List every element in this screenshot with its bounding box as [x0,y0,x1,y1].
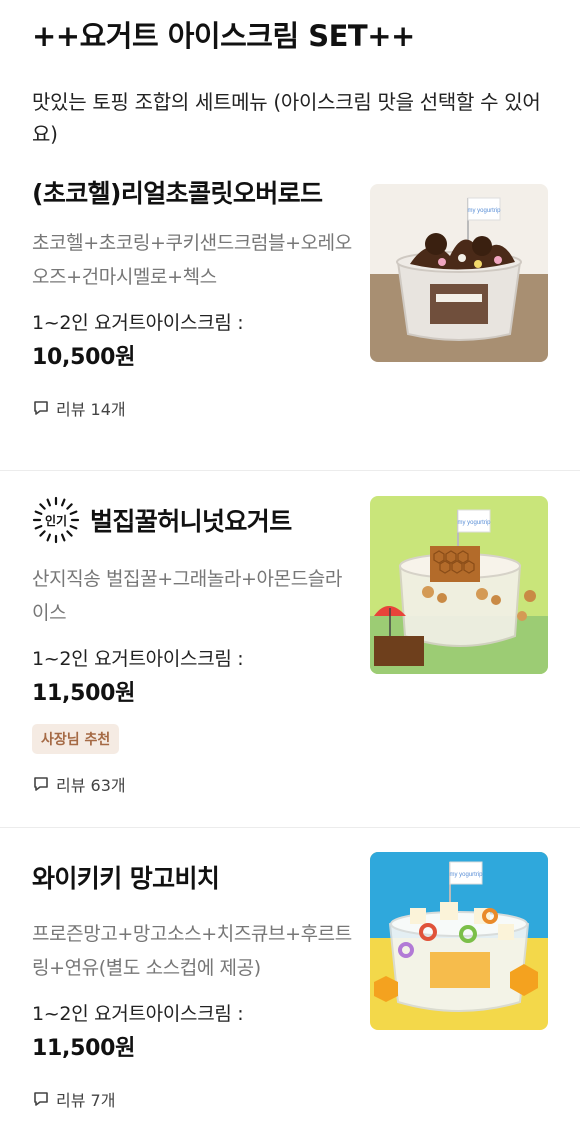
menu-page: ++요거트 아이스크림 SET++ 맛있는 토핑 조합의 세트메뉴 (아이스크림… [0,0,580,1121]
item-name: 와이키키 망고비치 [32,864,220,893]
item-price: 11,500원 [32,1036,136,1061]
review-count: 리뷰 7개 [56,1091,116,1110]
item-description: 산지직송 벌집꿀+그래놀라+아몬드슬라이스 [32,568,342,624]
section-header: ++요거트 아이스크림 SET++ 맛있는 토핑 조합의 세트메뉴 (아이스크림… [0,0,580,158]
item-name: 벌집꿀허니넛요거트 [90,507,292,536]
item-price: 11,500원 [32,681,136,706]
section-description: 맛있는 토핑 조합의 세트메뉴 (아이스크림 맛을 선택할 수 있어요) [32,90,541,146]
item-text: (초코헬)리얼초콜릿오버로드 초코헬+초코링+쿠키샌드크럼블+오레오오즈+건마시… [32,158,352,420]
item-serving: 1~2인 요거트아이스크림 : [32,1003,244,1025]
item-name-row: (초코헬)리얼초콜릿오버로드 [32,170,352,214]
menu-item[interactable]: 인기 벌집꿀허니넛요거트 산지직송 벌집꿀+그래놀라+아몬드슬라이스 1~2인 … [0,471,580,828]
item-text: 인기 벌집꿀허니넛요거트 산지직송 벌집꿀+그래놀라+아몬드슬라이스 1~2인 … [32,471,352,796]
comment-icon [34,777,48,791]
review-count: 리뷰 63개 [56,776,126,795]
item-description: 초코헬+초코링+쿠키샌드크럼블+오레오오즈+건마시멜로+첵스 [32,232,352,288]
item-price: 10,500원 [32,345,136,370]
item-name: (초코헬)리얼초콜릿오버로드 [32,179,323,208]
review-link[interactable]: 리뷰 7개 [32,1087,352,1111]
item-text: 와이키키 망고비치 프로즌망고+망고소스+치즈큐브+후르트링+연유(별도 소스컵… [32,828,352,1111]
item-serving: 1~2인 요거트아이스크림 : [32,648,244,670]
brand-flag-text: my yogurtrip [457,520,491,526]
comment-icon [34,401,48,415]
item-name-row: 와이키키 망고비치 [32,855,352,899]
section-title: ++요거트 아이스크림 SET++ [32,19,415,53]
honeycomb-yogurt-photo[interactable]: my yogurtrip [370,496,548,674]
menu-item[interactable]: (초코헬)리얼초콜릿오버로드 초코헬+초코링+쿠키샌드크럼블+오레오오즈+건마시… [0,158,580,471]
brand-flag-text: my yogurtrip [449,872,483,878]
menu-item[interactable]: 와이키키 망고비치 프로즌망고+망고소스+치즈큐브+후르트링+연유(별도 소스컵… [0,828,580,1121]
review-link[interactable]: 리뷰 14개 [32,396,352,420]
item-description: 프로즌망고+망고소스+치즈큐브+후르트링+연유(별도 소스컵에 제공) [32,923,352,979]
mango-yogurt-photo[interactable]: my yogurtrip [370,852,548,1030]
comment-icon [34,1092,48,1106]
review-count: 리뷰 14개 [56,400,126,419]
chocolate-yogurt-photo[interactable]: my yogurtrip [370,184,548,362]
owner-recommend-badge: 사장님 추천 [32,724,120,754]
honeycomb-yogurt-illustration: my yogurtrip [370,496,548,674]
popular-badge: 인기 [32,496,80,544]
item-serving: 1~2인 요거트아이스크림 : [32,312,244,334]
chocolate-yogurt-illustration: my yogurtrip [370,184,548,362]
item-name-row: 인기 벌집꿀허니넛요거트 [32,496,352,544]
brand-flag-text: my yogurtrip [467,208,501,214]
review-link[interactable]: 리뷰 63개 [32,772,352,796]
popular-label: 인기 [44,513,68,528]
mango-yogurt-illustration: my yogurtrip [370,852,548,1030]
